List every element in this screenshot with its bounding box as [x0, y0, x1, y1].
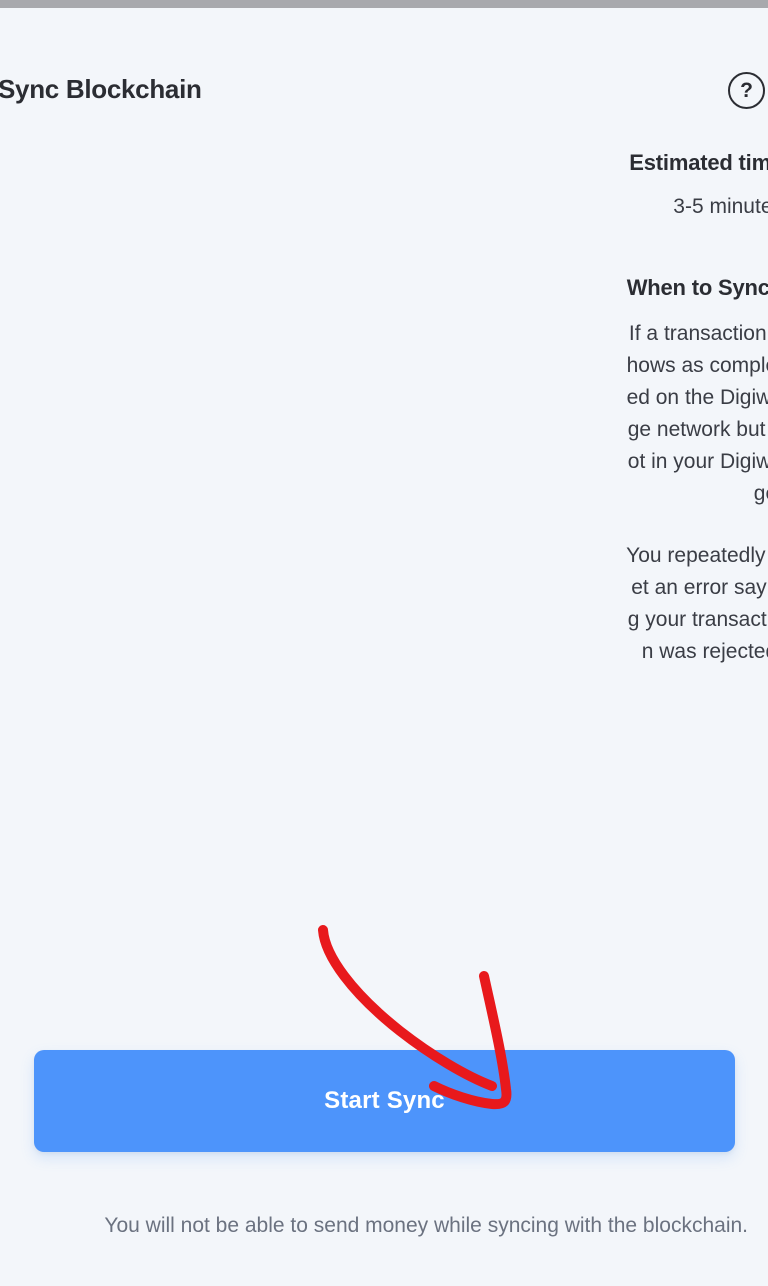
status-bar	[0, 0, 768, 8]
app-screen: Sync Blockchain ? Estimated time 3-5 min…	[0, 8, 768, 1286]
page-title: Sync Blockchain	[0, 74, 202, 104]
start-sync-button[interactable]: Start Sync	[34, 1050, 735, 1152]
page-header: Sync Blockchain ?	[0, 66, 768, 118]
when-to-sync-heading: When to Sync?	[626, 275, 768, 300]
when-to-sync-paragraph-1: If a transaction shows as completed on t…	[626, 322, 768, 505]
sync-warning-note: You will not be able to send money while…	[104, 1214, 748, 1237]
estimated-time-value: 3-5 minutes	[673, 195, 768, 218]
estimated-time-heading: Estimated time	[629, 150, 768, 175]
when-to-sync-paragraph-2: You repeatedly get an error saying your …	[626, 544, 768, 663]
help-icon-glyph: ?	[740, 78, 753, 102]
sync-info-section: Estimated time 3-5 minutes When to Sync?…	[608, 148, 768, 668]
question-mark-circle-icon[interactable]: ?	[728, 72, 765, 109]
